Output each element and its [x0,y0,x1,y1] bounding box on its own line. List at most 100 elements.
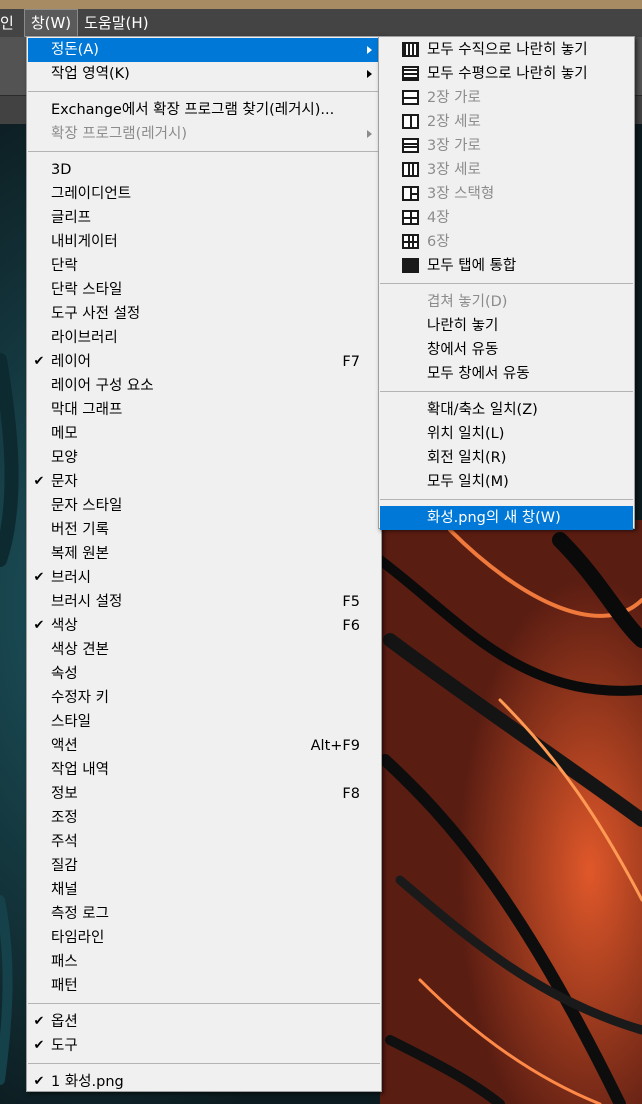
menu-item-label: 확대/축소 일치(Z) [427,402,538,418]
arrange-item-1-0: 겹쳐 놓기(D) [380,290,633,314]
window-menu-item-2-14[interactable]: 문자 스타일 [28,494,380,518]
window-menu-item-2-9[interactable]: 레이어 구성 요소 [28,374,380,398]
arrange-item-0-0[interactable]: 모두 수직으로 나란히 놓기 [380,38,633,62]
arrange-item-0-7: 4장 [380,206,633,230]
window-menu-item-2-6[interactable]: 도구 사전 설정 [28,302,380,326]
menu-item-label: 정보 [51,786,78,802]
window-menu-item-2-11[interactable]: 메모 [28,422,380,446]
menu-item-label: 그레이디언트 [51,186,132,202]
arrange-item-0-2: 2장 가로 [380,86,633,110]
window-menu: 정돈(A) 작업 영역(K) Exchange에서 확장 프로그램 찾기(레거시).… [26,36,382,1092]
arrange-item-2-0[interactable]: 확대/축소 일치(Z) [380,398,633,422]
menu-item-label: 2장 세로 [427,114,481,130]
window-menu-item-2-29[interactable]: 질감 [28,854,380,878]
menubar-item-1[interactable]: 창(W) [23,9,79,37]
arrange-item-2-1[interactable]: 위치 일치(L) [380,422,633,446]
window-menu-item-2-23[interactable]: 스타일 [28,710,380,734]
menu-separator [380,499,633,500]
layout-v2-icon [402,114,419,129]
window-menu-item-2-30[interactable]: 채널 [28,878,380,902]
menu-item-label: 타임라인 [51,930,105,946]
window-menu-item-2-34[interactable]: 패턴 [28,974,380,998]
menu-separator [28,151,380,152]
window-menu-item-2-2[interactable]: 글리프 [28,206,380,230]
arrange-item-0-9[interactable]: 모두 탭에 통합 [380,254,633,278]
window-menu-item-3-0[interactable]: ✔ 옵션 [28,1010,380,1034]
window-menu-item-2-0[interactable]: 3D [28,158,380,182]
arrange-item-2-3[interactable]: 모두 일치(M) [380,470,633,494]
arrange-item-2-2[interactable]: 회전 일치(R) [380,446,633,470]
window-menu-item-2-8[interactable]: ✔ 레이어 F7 [28,350,380,374]
window-menu-item-2-18[interactable]: 브러시 설정 F5 [28,590,380,614]
menu-item-label: 4장 [427,210,450,226]
menu-item-label: 작업 영역(K) [51,66,130,82]
window-menu-item-1-1: 확장 프로그램(레거시) [28,122,380,146]
window-menu-item-2-25[interactable]: 작업 내역 [28,758,380,782]
arrange-item-1-3[interactable]: 모두 창에서 유동 [380,362,633,386]
menu-item-label: 복제 원본 [51,546,109,562]
window-menu-item-2-17[interactable]: ✔ 브러시 [28,566,380,590]
menu-item-label: 창에서 유동 [427,342,499,358]
window-menu-item-0-0[interactable]: 정돈(A) [28,38,380,62]
menu-item-label: 레이어 [51,354,92,370]
menu-separator [380,391,633,392]
checkmark-icon: ✔ [33,1038,45,1053]
menu-item-label: 3장 세로 [427,162,481,178]
window-menu-item-2-5[interactable]: 단락 스타일 [28,278,380,302]
window-menu-item-2-4[interactable]: 단락 [28,254,380,278]
menu-item-label: 3장 스택형 [427,186,495,202]
arrange-item-3-0[interactable]: 화성.png의 새 창(W) [380,506,633,530]
window-menu-item-2-10[interactable]: 막대 그래프 [28,398,380,422]
window-menu-item-3-1[interactable]: ✔ 도구 [28,1034,380,1058]
window-menu-item-2-27[interactable]: 조정 [28,806,380,830]
arrange-item-1-2[interactable]: 창에서 유동 [380,338,633,362]
window-menu-item-0-1[interactable]: 작업 영역(K) [28,62,380,86]
window-menu-item-2-26[interactable]: 정보 F8 [28,782,380,806]
layout-h4-icon [402,66,419,81]
window-menu-item-2-3[interactable]: 내비게이터 [28,230,380,254]
menu-item-label: 문자 [51,474,78,490]
menubar-item-0[interactable]: 인 [0,9,24,37]
window-menu-item-1-0[interactable]: Exchange에서 확장 프로그램 찾기(레거시)... [28,98,380,122]
window-menu-item-2-16[interactable]: 복제 원본 [28,542,380,566]
arrange-submenu: 모두 수직으로 나란히 놓기 모두 수평으로 나란히 놓기 2장 가로 2장 세로 3장… [378,36,635,530]
window-menu-item-2-31[interactable]: 측정 로그 [28,902,380,926]
window-menu-item-2-19[interactable]: ✔ 색상 F6 [28,614,380,638]
menu-item-label: 레이어 구성 요소 [51,378,154,394]
window-menu-item-2-33[interactable]: 패스 [28,950,380,974]
window-menu-item-2-15[interactable]: 버전 기록 [28,518,380,542]
checkmark-icon: ✔ [33,618,45,633]
arrange-item-0-3: 2장 세로 [380,110,633,134]
checkmark-icon: ✔ [33,570,45,585]
window-menu-item-4-0[interactable]: ✔ 1 화성.png [28,1070,380,1094]
window-menu-item-2-32[interactable]: 타임라인 [28,926,380,950]
menu-item-label: 채널 [51,882,78,898]
window-menu-item-2-7[interactable]: 라이브러리 [28,326,380,350]
menu-item-label: 브러시 [51,570,92,586]
layout-v4-icon [402,42,419,57]
arrange-item-0-5: 3장 세로 [380,158,633,182]
arrange-item-1-1[interactable]: 나란히 놓기 [380,314,633,338]
menu-item-shortcut: F8 [342,786,360,802]
arrange-item-0-8: 6장 [380,230,633,254]
menubar-item-2[interactable]: 도움말(H) [78,9,154,37]
menu-item-label: 정돈(A) [51,42,99,58]
submenu-arrow-icon [367,130,372,138]
menu-item-label: 모양 [51,450,78,466]
window-menu-item-2-28[interactable]: 주석 [28,830,380,854]
menu-item-label: 도구 사전 설정 [51,306,141,322]
window-menu-item-2-13[interactable]: ✔ 문자 [28,470,380,494]
menu-item-label: 겹쳐 놓기(D) [427,294,508,310]
arrange-item-0-6: 3장 스택형 [380,182,633,206]
layout-h2-icon [402,90,419,105]
arrange-item-0-4: 3장 가로 [380,134,633,158]
window-menu-item-2-24[interactable]: 액션 Alt+F9 [28,734,380,758]
window-menu-item-2-1[interactable]: 그레이디언트 [28,182,380,206]
arrange-item-0-1[interactable]: 모두 수평으로 나란히 놓기 [380,62,633,86]
window-menu-item-2-22[interactable]: 수정자 키 [28,686,380,710]
window-menu-item-2-21[interactable]: 속성 [28,662,380,686]
window-menu-item-2-20[interactable]: 색상 견본 [28,638,380,662]
layout-full-icon [402,258,419,273]
layout-g6-icon [402,234,419,249]
window-menu-item-2-12[interactable]: 모양 [28,446,380,470]
